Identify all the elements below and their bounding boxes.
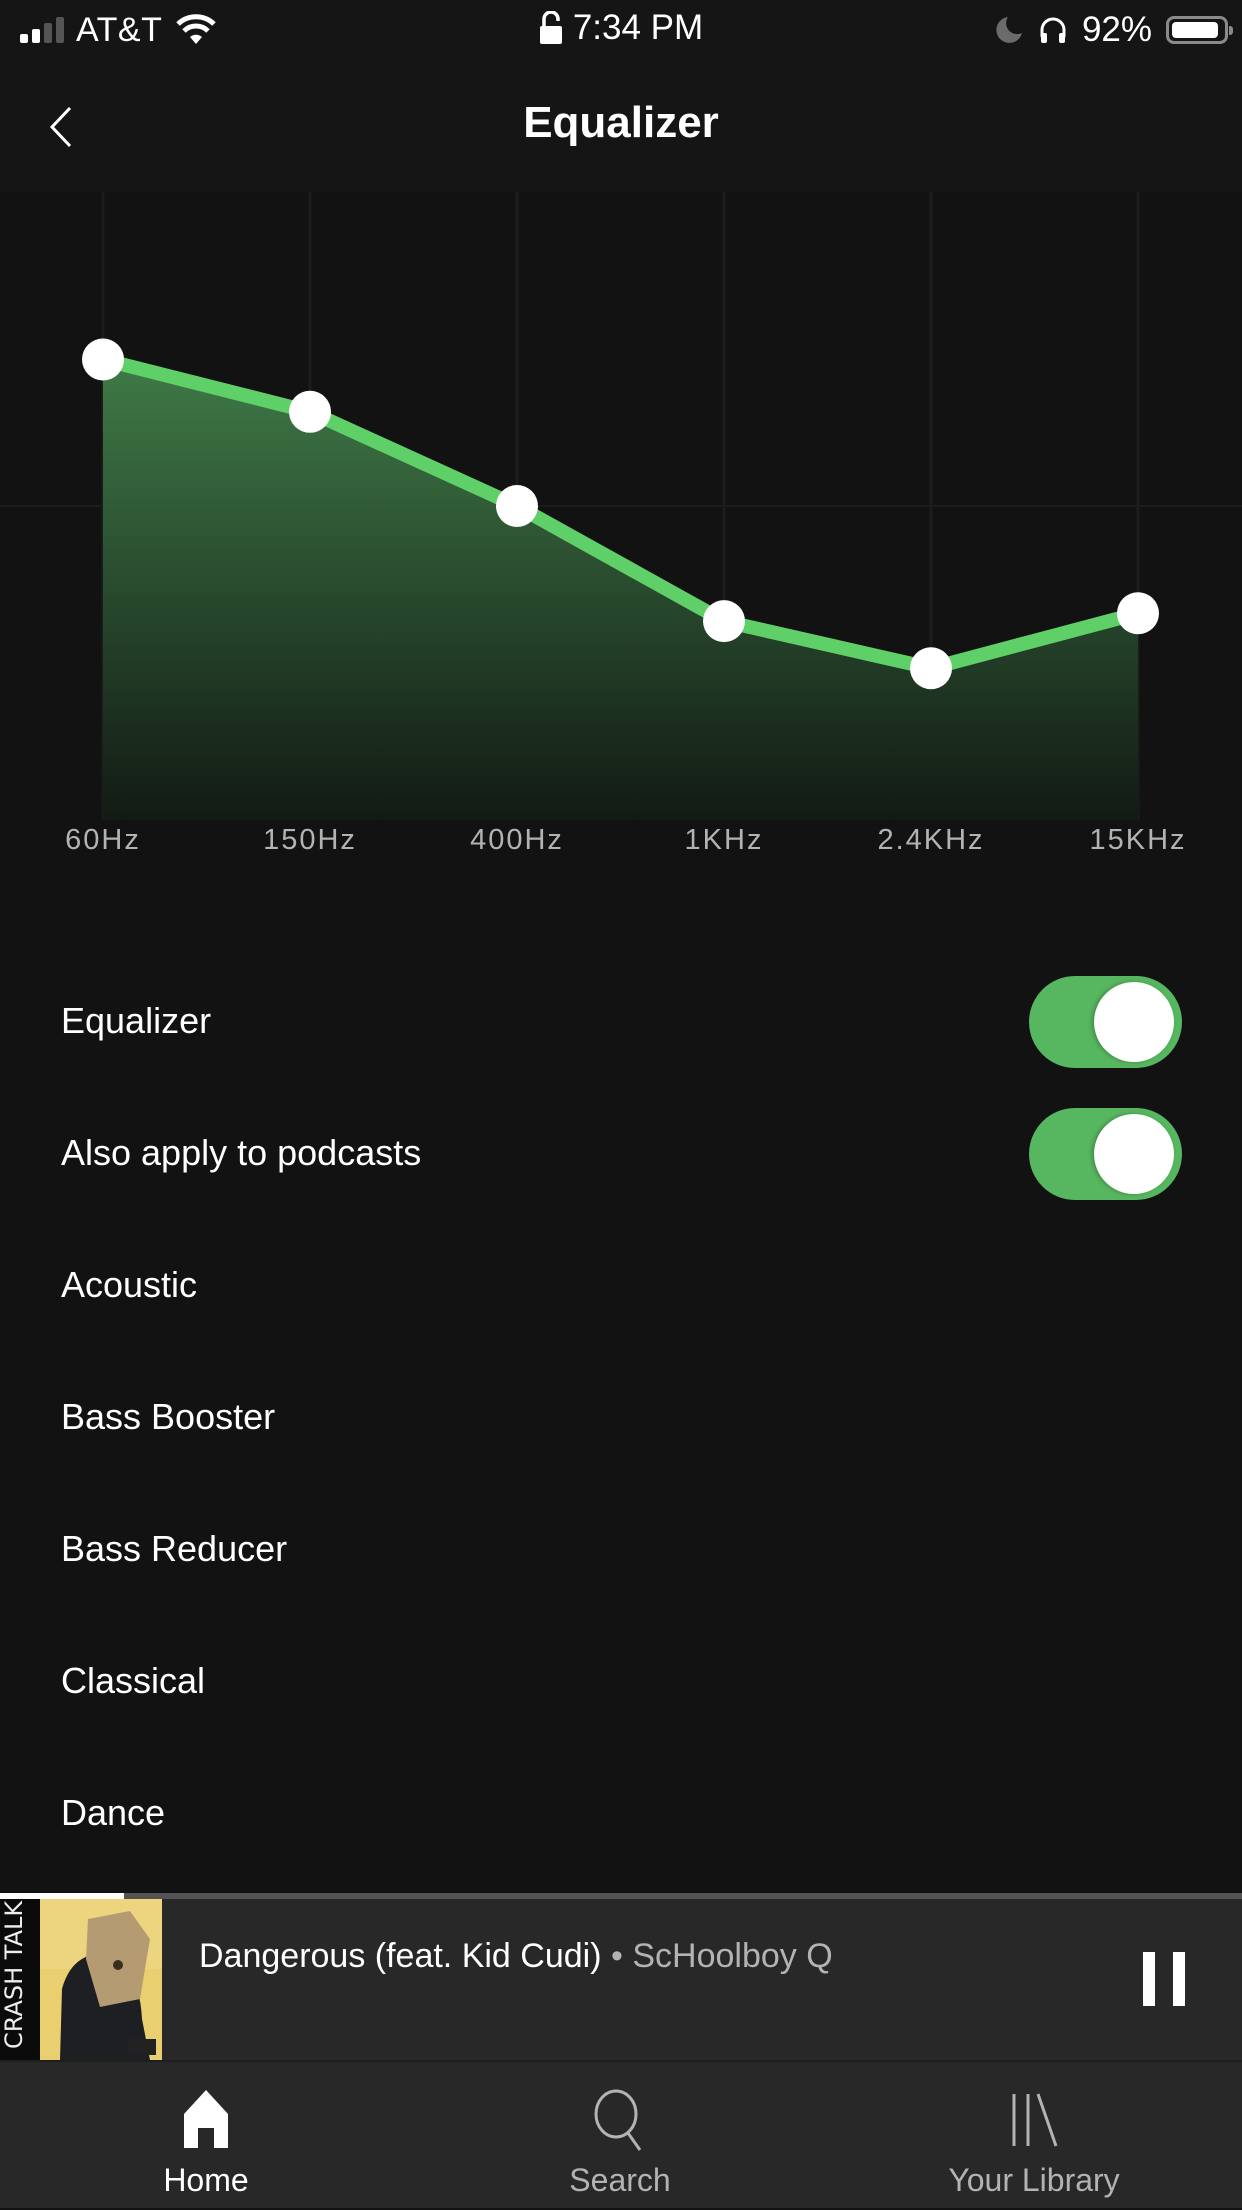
album-cover-image: CRASH TALK [0,1899,162,2060]
library-icon [1012,2093,1058,2147]
eq-band-handle-400hz[interactable] [496,485,538,527]
preset-label: Bass Booster [61,1396,276,1437]
equalizer-switch[interactable] [1029,976,1182,1068]
headphones-icon [1040,17,1066,43]
frequency-label: 1KHz [684,824,764,856]
equalizer-graph [0,192,1242,820]
nav-header: Equalizer [0,60,1242,192]
tab-label: Search [569,2162,671,2198]
switch-knob [1094,1114,1174,1194]
preset-label: Acoustic [61,1264,198,1305]
preset-classical[interactable]: Classical [61,1615,1242,1747]
track-title: Dangerous (feat. Kid Cudi) [199,1937,602,1975]
eq-band-handle-2-4khz[interactable] [910,647,952,690]
podcasts-toggle-row[interactable]: Also apply to podcasts [61,1087,1242,1219]
orientation-lock-icon [539,11,562,44]
frequency-label: 15KHz [1089,824,1187,856]
eq-band-handle-60hz[interactable] [82,338,124,381]
tab-your-library[interactable]: Your Library [884,2062,1184,2210]
pause-icon [1173,1952,1185,2006]
preset-label: Bass Reducer [61,1528,288,1569]
eq-band-handle-1khz[interactable] [703,600,745,643]
status-bar: AT&T 7:34 PM 92% [0,0,1242,60]
tab-home[interactable]: Home [56,2062,356,2210]
album-title-text: CRASH TALK [0,1900,28,2049]
frequency-label: 60Hz [65,824,141,856]
preset-label: Classical [61,1660,206,1701]
pause-icon [1143,1952,1155,2006]
switch-knob [1094,982,1174,1062]
track-artist: ScHoolboy Q [632,1937,833,1975]
eq-band-handle-15khz[interactable] [1117,592,1159,635]
tab-search[interactable]: Search [470,2062,770,2210]
search-icon [594,2089,642,2151]
toggle-label: Also apply to podcasts [61,1132,422,1173]
battery-icon [1166,16,1233,44]
track-separator: • [601,1937,633,1975]
album-art[interactable]: CRASH TALK [0,1899,162,2060]
podcasts-switch[interactable] [1029,1108,1182,1200]
preset-bass-reducer[interactable]: Bass Reducer [61,1483,1242,1615]
eq-band-handle-150hz[interactable] [289,390,331,433]
tab-bar: Home Search Your Library [0,2060,1242,2208]
equalizer-chart: 60Hz 150Hz 400Hz 1KHz 2.4KHz 15KHz [0,192,1242,882]
do-not-disturb-icon [996,17,1022,43]
frequency-label: 2.4KHz [877,824,985,856]
battery-percent: 92% [1081,10,1152,49]
clock: 7:34 PM [572,8,704,47]
preset-label: Dance [61,1792,166,1833]
home-icon [184,2090,228,2148]
now-playing-track[interactable]: Dangerous (feat. Kid Cudi) • ScHoolboy Q [199,1937,833,1976]
frequency-label: 400Hz [470,824,564,856]
tab-label: Your Library [948,2162,1120,2198]
eq-area-fill [103,359,1138,820]
preset-bass-booster[interactable]: Bass Booster [61,1351,1242,1483]
frequency-label: 150Hz [263,824,357,856]
mini-player[interactable]: CRASH TALK Dangerous (feat. Kid Cudi) • … [0,1893,1242,2060]
toggle-label: Equalizer [61,1000,212,1041]
pause-button[interactable] [1130,1941,1198,2013]
preset-dance[interactable]: Dance [61,1747,1242,1879]
equalizer-toggle-row[interactable]: Equalizer [61,955,1242,1087]
tab-label: Home [163,2162,249,2198]
preset-acoustic[interactable]: Acoustic [61,1219,1242,1351]
page-title: Equalizer [523,98,719,147]
playback-progress-bar [0,1893,1242,1899]
